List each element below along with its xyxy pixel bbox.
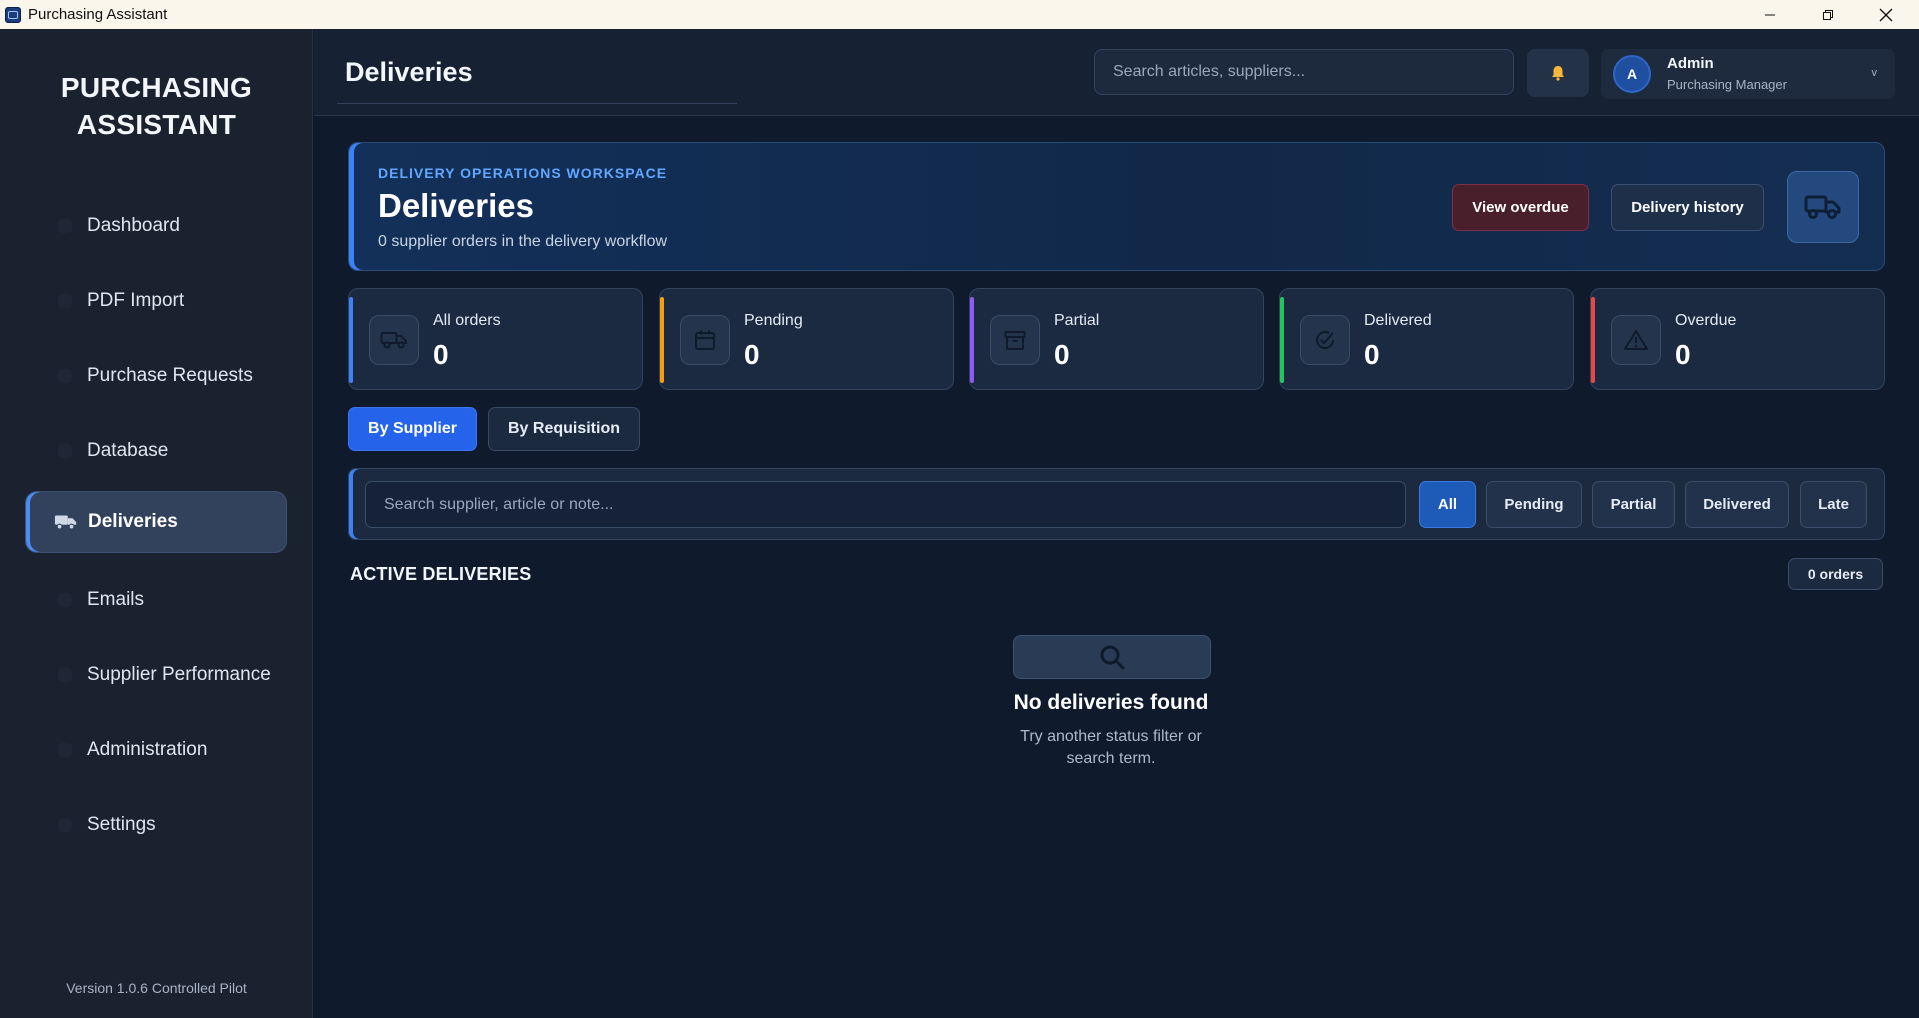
dashboard-icon bbox=[53, 217, 77, 235]
version-label: Version 1.0.6 Controlled Pilot bbox=[66, 980, 247, 996]
purchase-requests-icon bbox=[53, 367, 77, 385]
orders-count-badge: 0 orders bbox=[1788, 558, 1883, 590]
sidebar-item-label: Deliveries bbox=[88, 511, 178, 532]
filter-chip-all[interactable]: All bbox=[1419, 481, 1476, 528]
filter-chip-delivered[interactable]: Delivered bbox=[1685, 481, 1789, 528]
stat-card-delivered[interactable]: Delivered 0 bbox=[1279, 288, 1574, 390]
sidebar-item-label: Supplier Performance bbox=[87, 664, 271, 685]
page-title: Deliveries bbox=[345, 57, 473, 87]
stat-value: 0 bbox=[1054, 339, 1070, 370]
calendar-icon bbox=[680, 315, 730, 365]
stat-label: Partial bbox=[1054, 312, 1100, 329]
truck-icon bbox=[54, 513, 78, 531]
sidebar-item-supplier-performance[interactable]: Supplier Performance bbox=[25, 644, 287, 706]
delivery-search-input[interactable]: Search supplier, article or note... bbox=[365, 481, 1406, 528]
sidebar-item-label: Administration bbox=[87, 739, 208, 760]
empty-state-subtitle: Try another status filter or search term… bbox=[1020, 728, 1202, 767]
brand-line-2: ASSISTANT bbox=[76, 109, 237, 140]
sidebar-item-label: Database bbox=[87, 440, 169, 461]
sidebar-item-database[interactable]: Database bbox=[25, 420, 287, 482]
filter-chip-pending[interactable]: Pending bbox=[1486, 481, 1582, 528]
sidebar-item-label: PDF Import bbox=[87, 290, 185, 311]
sidebar-item-deliveries[interactable]: Deliveries bbox=[25, 491, 287, 553]
search-icon bbox=[1013, 635, 1211, 679]
performance-icon bbox=[53, 666, 77, 684]
stat-card-overdue[interactable]: Overdue 0 bbox=[1590, 288, 1885, 390]
empty-state-title: No deliveries found bbox=[1013, 691, 1209, 714]
sidebar-item-administration[interactable]: Administration bbox=[25, 719, 287, 781]
stat-value: 0 bbox=[1364, 339, 1380, 370]
pdf-import-icon bbox=[53, 292, 77, 310]
filter-chip-late[interactable]: Late bbox=[1800, 481, 1867, 528]
notifications-button[interactable] bbox=[1527, 49, 1589, 97]
window-titlebar: Purchasing Assistant bbox=[0, 0, 1919, 29]
stat-value: 0 bbox=[744, 339, 760, 370]
avatar: A bbox=[1613, 55, 1651, 93]
section-title: ACTIVE DELIVERIES bbox=[350, 564, 532, 584]
brand-line-1: PURCHASING bbox=[60, 72, 253, 103]
stat-accent-bar bbox=[1591, 297, 1595, 383]
sidebar-item-dashboard[interactable]: Dashboard bbox=[25, 195, 287, 257]
title-divider bbox=[337, 103, 737, 104]
user-menu[interactable]: A Admin Purchasing Manager v bbox=[1601, 49, 1895, 99]
brand-logo: PURCHASING ASSISTANT bbox=[0, 69, 313, 143]
sidebar-item-settings[interactable]: Settings bbox=[25, 794, 287, 856]
administration-icon bbox=[53, 741, 77, 759]
minimize-icon bbox=[1765, 14, 1775, 15]
sidebar-item-label: Emails bbox=[87, 589, 145, 610]
chevron-down-icon: v bbox=[1871, 67, 1878, 79]
stat-card-partial[interactable]: Partial 0 bbox=[969, 288, 1264, 390]
restore-icon bbox=[1823, 9, 1833, 20]
warning-icon bbox=[1611, 315, 1661, 365]
bell-icon bbox=[1552, 66, 1564, 81]
stat-card-all-orders[interactable]: All orders 0 bbox=[348, 288, 643, 390]
hero-subtitle: 0 supplier orders in the delivery workfl… bbox=[378, 233, 668, 250]
sidebar: PURCHASING ASSISTANT Dashboard PDF Impor… bbox=[0, 29, 313, 1018]
stat-accent-bar bbox=[1280, 297, 1284, 383]
sidebar-item-label: Purchase Requests bbox=[87, 365, 253, 386]
sidebar-item-purchase-requests[interactable]: Purchase Requests bbox=[25, 345, 287, 407]
stat-value: 0 bbox=[1675, 339, 1691, 370]
check-circle-icon bbox=[1300, 315, 1350, 365]
truck-icon bbox=[369, 315, 419, 365]
sidebar-item-pdf-import[interactable]: PDF Import bbox=[25, 270, 287, 332]
stat-value: 0 bbox=[433, 339, 449, 370]
app-icon bbox=[5, 6, 21, 23]
stat-label: All orders bbox=[433, 312, 501, 329]
close-icon bbox=[1879, 8, 1893, 21]
user-role: Purchasing Manager bbox=[1667, 77, 1787, 92]
stat-label: Pending bbox=[744, 312, 803, 329]
close-button[interactable] bbox=[1857, 0, 1915, 29]
email-icon bbox=[53, 591, 77, 609]
hero-eyebrow: DELIVERY OPERATIONS WORKSPACE bbox=[378, 165, 668, 181]
hero-panel: DELIVERY OPERATIONS WORKSPACE Deliveries… bbox=[348, 142, 1885, 271]
by-supplier-tab[interactable]: By Supplier bbox=[348, 407, 477, 451]
filter-chip-partial[interactable]: Partial bbox=[1592, 481, 1675, 528]
hero-title: Deliveries bbox=[378, 187, 534, 224]
filter-bar: Search supplier, article or note... All … bbox=[348, 468, 1885, 540]
top-header: Deliveries Search articles, suppliers...… bbox=[314, 29, 1919, 116]
view-overdue-button[interactable]: View overdue bbox=[1452, 184, 1589, 231]
settings-icon bbox=[53, 816, 77, 834]
stat-accent-bar bbox=[349, 297, 353, 383]
sidebar-item-label: Settings bbox=[87, 814, 156, 835]
truck-icon bbox=[1787, 171, 1859, 243]
archive-icon bbox=[990, 315, 1040, 365]
delivery-history-button[interactable]: Delivery history bbox=[1611, 184, 1764, 231]
stat-label: Overdue bbox=[1675, 312, 1737, 329]
stat-accent-bar bbox=[660, 297, 664, 383]
database-icon bbox=[53, 442, 77, 460]
user-name: Admin bbox=[1667, 55, 1714, 72]
sidebar-item-label: Dashboard bbox=[87, 215, 180, 236]
window-title: Purchasing Assistant bbox=[28, 6, 168, 23]
global-search-input[interactable]: Search articles, suppliers... bbox=[1094, 49, 1514, 95]
sidebar-item-emails[interactable]: Emails bbox=[25, 569, 287, 631]
stat-card-pending[interactable]: Pending 0 bbox=[659, 288, 954, 390]
minimize-button[interactable] bbox=[1741, 0, 1799, 29]
stat-accent-bar bbox=[970, 297, 974, 383]
restore-button[interactable] bbox=[1799, 0, 1857, 29]
by-requisition-tab[interactable]: By Requisition bbox=[488, 407, 640, 451]
stat-label: Delivered bbox=[1364, 312, 1432, 329]
